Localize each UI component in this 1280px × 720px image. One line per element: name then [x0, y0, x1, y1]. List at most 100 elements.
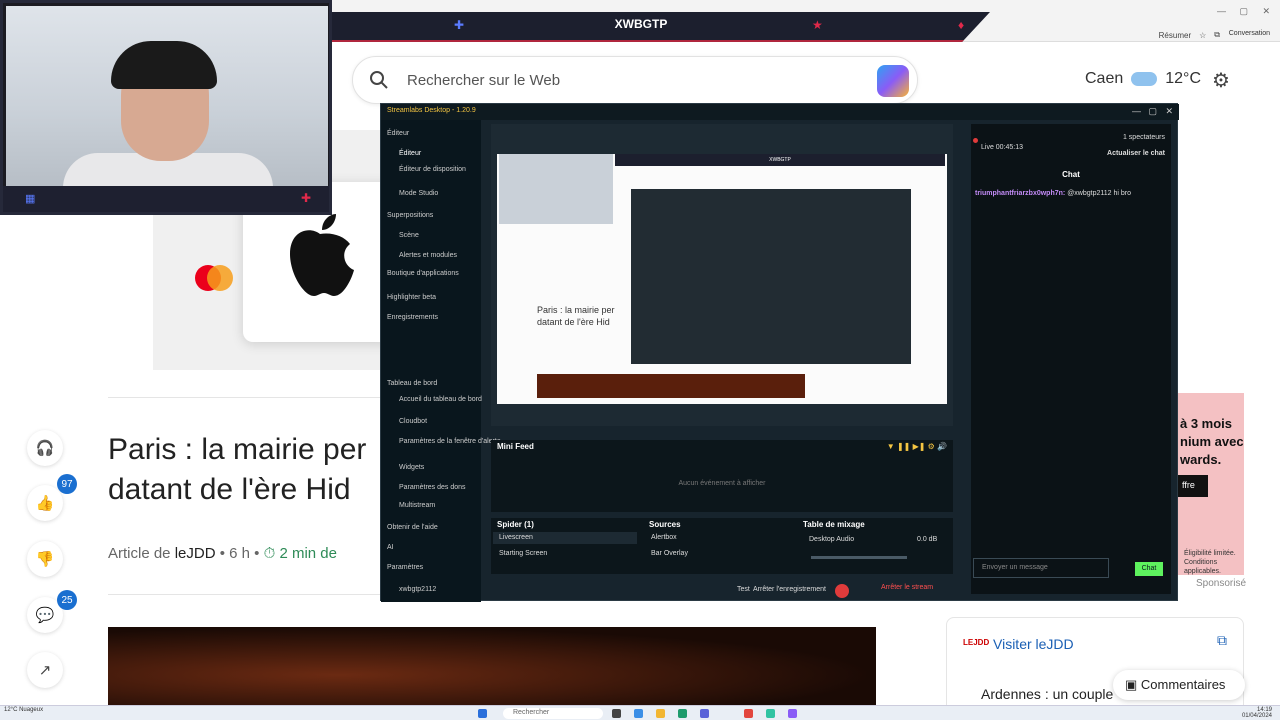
preview-overlay-header: XWBGTP [615, 154, 945, 166]
scene-item[interactable]: Livescreen [493, 532, 637, 544]
ad-fineprint: Éligibilité limitée. Conditions applicab… [1184, 550, 1236, 575]
headphones-icon: 🎧 [35, 440, 55, 457]
volume-slider[interactable] [811, 556, 907, 559]
close-icon[interactable]: ✕ [1262, 6, 1270, 17]
conversation-button[interactable]: Conversation [1229, 30, 1270, 37]
stream-overlay-header: ▦ ✚ XWBGTP ★ ♦ [292, 12, 990, 42]
chat-send-button[interactable]: Chat [1135, 562, 1163, 576]
sidebar-item[interactable]: Multistream [399, 502, 435, 509]
external-link-icon[interactable]: ⧉ [1217, 632, 1227, 649]
streamlabs-window[interactable]: Streamlabs Desktop - 1.20.9 — ▢ ✕ Éditeu… [380, 103, 1179, 602]
close-icon[interactable]: ✕ [1165, 106, 1173, 117]
sidebar-item[interactable]: Éditeur [387, 130, 409, 137]
edge-icon[interactable] [634, 709, 643, 718]
live-indicator: Live 00:45:13 [973, 136, 1023, 154]
weather-temp: 12°C [1165, 70, 1201, 87]
minimize-icon[interactable]: — [1217, 6, 1226, 16]
apple-logo-icon [290, 214, 354, 296]
article-title[interactable]: Paris : la mairie per datant de l'ère Hi… [108, 430, 388, 510]
listen-button[interactable]: 🎧 [27, 430, 63, 466]
feed-controls-icon[interactable]: ▼ ❚❚ ▶❚ ⚙ 🔊 [887, 442, 947, 451]
scenes-title: Spider (1) [497, 520, 534, 529]
source-item[interactable]: Bar Overlay [645, 548, 791, 560]
test-button[interactable]: Test [737, 586, 750, 593]
sidebar-item[interactable]: Tableau de bord [387, 380, 437, 387]
comments-label: Commentaires [1140, 677, 1226, 692]
sidebar-item[interactable]: Boutique d'applications [387, 270, 459, 277]
taskbar-search[interactable]: Rechercher [503, 708, 603, 719]
preview-article-image [537, 374, 805, 398]
sidebar-item[interactable]: Éditeur [399, 150, 421, 157]
thumbs-up-icon: 👍 [35, 495, 55, 512]
preview-nested-window [631, 189, 911, 364]
windows-start-icon[interactable] [478, 709, 487, 718]
app-icon[interactable] [788, 709, 797, 718]
copilot-icon[interactable] [877, 65, 909, 97]
maximize-icon[interactable]: ▢ [1239, 6, 1248, 17]
app-icon[interactable] [700, 709, 709, 718]
sidebar-item[interactable]: Obtenir de l'aide [387, 524, 438, 531]
settings-gear-icon[interactable]: ⚙ [1212, 68, 1236, 92]
sidebar-item[interactable]: Enregistrements [387, 314, 438, 321]
sidebar-item[interactable]: Accueil du tableau de bord [399, 396, 482, 403]
sidebar-item[interactable]: Paramètres de la fenêtre d'alerte [399, 438, 501, 445]
chat-message: triumphantfriarzbx0wph7n: @xwbgtp2112 hi… [975, 190, 1131, 197]
web-search-box[interactable]: Rechercher sur le Web [352, 56, 918, 104]
scene-item[interactable]: Starting Screen [493, 548, 637, 560]
taskbar-weather[interactable]: 12°C Nuageux [4, 707, 43, 713]
mini-feed-title: Mini Feed [497, 442, 534, 451]
visit-teaser[interactable]: Ardennes : un couple [981, 686, 1113, 702]
sidebar-item[interactable]: Alertes et modules [399, 252, 457, 259]
comments-button[interactable]: ▣ Commentaires [1113, 670, 1245, 700]
sidebar-item[interactable]: Scène [399, 232, 419, 239]
weather-widget[interactable]: Caen 12°C [1085, 70, 1201, 88]
dislike-button[interactable]: 👎 [27, 541, 63, 577]
channel-name: XWBGTP [614, 17, 668, 31]
sources-title: Sources [649, 520, 681, 529]
refresh-chat-button[interactable]: Actualiser le chat [1107, 150, 1165, 157]
thumbs-down-icon: 👎 [35, 551, 55, 568]
webcam-frame-bar: ▦ ✚ [3, 186, 329, 212]
star-icon[interactable]: ☆ [1199, 31, 1206, 40]
rec-button[interactable] [835, 584, 849, 598]
task-view-icon[interactable] [612, 709, 621, 718]
byline-age: • 6 h • [219, 545, 260, 562]
weather-city: Caen [1085, 70, 1124, 87]
sidebar-item[interactable]: Éditeur de disposition [399, 166, 466, 173]
ad-offer-button[interactable]: ffre [1178, 475, 1208, 497]
sidebar-item[interactable]: xwbgtp2112 [399, 586, 436, 593]
collections-icon[interactable]: ⧉ [1214, 30, 1220, 40]
app-icon[interactable] [678, 709, 687, 718]
like-button[interactable]: 👍 [27, 485, 63, 521]
sidebar-item[interactable]: Widgets [399, 464, 424, 471]
share-button[interactable]: ↗ [27, 652, 63, 688]
sidebar-item[interactable]: Paramètres des dons [399, 484, 466, 491]
comments-badge: 25 [57, 590, 77, 610]
star-icon: ★ [812, 18, 823, 32]
byline-read-time: ⏱ 2 min de [263, 545, 337, 562]
minimize-icon[interactable]: — [1132, 106, 1141, 116]
sidebar-item[interactable]: Superpositions [387, 212, 433, 219]
maximize-icon[interactable]: ▢ [1148, 106, 1157, 117]
stop-recording-button[interactable]: Arrêter l'enregistrement [753, 586, 826, 593]
stop-stream-button[interactable]: Arrêter le stream [881, 584, 933, 591]
sponsored-ad[interactable]: à 3 mois nium avec wards. ffre Éligibili… [1176, 393, 1244, 575]
sidebar-item[interactable]: AI [387, 544, 394, 551]
editor-dock: Spider (1) Livescreen Starting Screen So… [491, 518, 953, 574]
preview-webcam [499, 154, 613, 224]
explorer-icon[interactable] [656, 709, 665, 718]
byline-source[interactable]: leJDD [175, 545, 216, 562]
sidebar-item[interactable]: Highlighter beta [387, 294, 436, 301]
summarize-button[interactable]: Résumer [1159, 31, 1191, 40]
sidebar-item[interactable]: Cloudbot [399, 418, 427, 425]
visit-label[interactable]: Visiter leJDD [993, 636, 1074, 652]
sidebar-item[interactable]: Mode Studio [399, 190, 438, 197]
chat-input[interactable]: Envoyer un message [973, 558, 1109, 578]
mixer-source: Desktop Audio [809, 536, 855, 543]
source-item[interactable]: Alertbox [645, 532, 791, 544]
sidebar-item[interactable]: Paramètres [387, 564, 423, 571]
chrome-icon[interactable] [744, 709, 753, 718]
streamlabs-sidebar: Éditeur Éditeur Éditeur de disposition Mode… [381, 120, 501, 602]
streamlabs-icon[interactable] [766, 709, 775, 718]
taskbar-clock[interactable]: 14:19 01/04/2024 [1242, 707, 1272, 719]
